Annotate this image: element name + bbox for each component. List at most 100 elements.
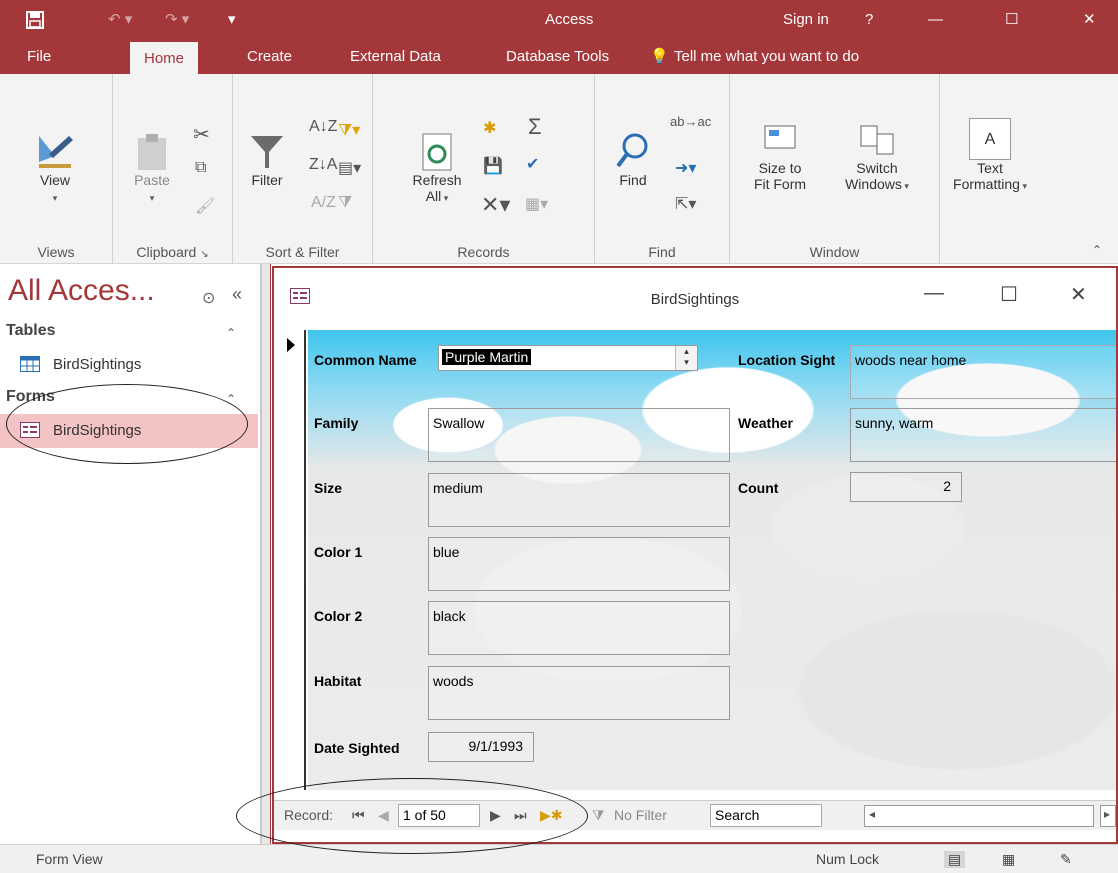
- paste-button[interactable]: Paste ▾: [127, 132, 177, 204]
- sign-in-link[interactable]: Sign in: [783, 0, 829, 40]
- save-icon[interactable]: [26, 0, 44, 40]
- cut-icon[interactable]: ✂: [193, 122, 210, 147]
- spelling-icon[interactable]: ✔: [526, 154, 539, 174]
- group-clipboard: Paste ▾ ✂ ⧉ 🖌 Clipboard ↘: [113, 74, 233, 264]
- new-blank-record-icon[interactable]: ▶✱: [540, 807, 563, 824]
- redo-icon[interactable]: ↷ ▾: [165, 0, 189, 40]
- next-record-icon[interactable]: ▶: [490, 807, 501, 824]
- num-lock-indicator: Num Lock: [816, 851, 880, 867]
- group-records: Refresh All ▾ ✱ 💾 ✕▾ Σ ✔ ▦▾ Records: [373, 74, 595, 264]
- nav-splitter[interactable]: [261, 264, 271, 844]
- record-selector[interactable]: [274, 330, 306, 790]
- horizontal-scrollbar[interactable]: ◂: [864, 805, 1094, 827]
- color2-field[interactable]: black: [428, 601, 730, 655]
- nav-item-label: BirdSightings: [53, 422, 142, 439]
- table-icon: [20, 356, 40, 372]
- tab-create[interactable]: Create: [247, 40, 292, 74]
- tab-home[interactable]: Home: [130, 42, 199, 74]
- count-field[interactable]: 2: [850, 472, 962, 502]
- refresh-all-button[interactable]: Refresh All ▾: [407, 132, 467, 204]
- color1-field[interactable]: blue: [428, 537, 730, 591]
- copy-icon[interactable]: ⧉: [195, 159, 206, 177]
- tell-me-search[interactable]: Tell me what you want to do: [674, 40, 859, 74]
- location-sighted-field[interactable]: woods near home: [850, 345, 1116, 399]
- title-bar: ↶ ▾ ↷ ▾ ▾ Access Sign in ? — ☐ ✕ File Ho…: [0, 0, 1118, 74]
- tab-file[interactable]: File: [27, 40, 51, 74]
- save-record-icon[interactable]: 💾: [483, 156, 503, 176]
- new-record-icon[interactable]: ✱: [483, 118, 496, 138]
- ribbon: View ▾ Views Paste ▾ ✂ ⧉ 🖌 Clipboard ↘ Fil…: [0, 74, 1118, 264]
- form-minimize-button[interactable]: —: [924, 282, 944, 305]
- nav-section-tables[interactable]: Tables: [6, 322, 56, 340]
- nav-section-forms[interactable]: Forms: [6, 388, 55, 406]
- first-record-icon[interactable]: ⏮: [352, 807, 365, 824]
- sort-descending-icon[interactable]: Z↓A: [309, 156, 337, 174]
- weather-field[interactable]: sunny, warm: [850, 408, 1116, 462]
- minimize-button[interactable]: —: [928, 0, 943, 40]
- scroll-right-icon[interactable]: ▸: [1104, 807, 1110, 821]
- group-label-sort-filter: Sort & Filter: [265, 244, 340, 260]
- size-field[interactable]: medium: [428, 473, 730, 527]
- go-to-icon[interactable]: ➜▾: [675, 158, 696, 178]
- title-row: ↶ ▾ ↷ ▾ ▾ Access Sign in ? — ☐ ✕: [0, 0, 1118, 40]
- undo-icon[interactable]: ↶ ▾: [108, 0, 132, 40]
- scroll-left-icon[interactable]: ◂: [869, 807, 875, 821]
- view-button[interactable]: View ▾: [30, 132, 80, 204]
- switch-windows-button[interactable]: Switch Windows ▾: [822, 124, 932, 192]
- select-icon[interactable]: ⇱▾: [675, 194, 696, 214]
- common-name-combo[interactable]: Purple Martin ▴ ▾: [438, 345, 698, 371]
- search-box[interactable]: Search: [710, 804, 822, 827]
- form-window: BirdSightings — ☐ ✕ Common Name Purple M…: [272, 266, 1118, 844]
- datasheet-view-icon[interactable]: ▦: [1002, 851, 1015, 868]
- advanced-filter-icon[interactable]: ▤▾: [338, 158, 361, 178]
- customize-qat-icon[interactable]: ▾: [228, 0, 236, 40]
- status-view-name: Form View: [36, 851, 103, 867]
- remove-sort-icon[interactable]: A/Z: [311, 194, 336, 212]
- tab-external-data[interactable]: External Data: [350, 40, 441, 74]
- help-button[interactable]: ?: [865, 0, 873, 40]
- format-painter-icon[interactable]: 🖌: [195, 196, 215, 216]
- replace-icon[interactable]: ab→ac: [670, 114, 711, 129]
- form-maximize-button[interactable]: ☐: [1000, 282, 1018, 307]
- toggle-filter-icon[interactable]: ⧩: [338, 194, 352, 212]
- tab-database-tools[interactable]: Database Tools: [506, 40, 609, 74]
- previous-record-icon[interactable]: ◀: [378, 807, 389, 824]
- last-record-icon[interactable]: ⏭: [514, 807, 527, 824]
- more-records-icon[interactable]: ▦▾: [525, 194, 548, 214]
- text-formatting-button[interactable]: A Text Formatting ▾: [940, 118, 1040, 192]
- sort-ascending-icon[interactable]: A↓Z: [309, 118, 337, 136]
- find-button[interactable]: Find: [611, 132, 655, 188]
- habitat-field[interactable]: woods: [428, 666, 730, 720]
- combo-dropdown-icon[interactable]: ▴ ▾: [675, 346, 697, 370]
- filter-button[interactable]: Filter: [243, 132, 291, 188]
- text-formatting-label-2: Formatting: [953, 176, 1020, 192]
- design-view-icon[interactable]: ✎: [1060, 851, 1072, 868]
- no-filter-indicator[interactable]: No Filter: [614, 807, 667, 823]
- current-record-input[interactable]: 1 of 50: [398, 804, 480, 827]
- nav-menu-icon[interactable]: ⊙: [202, 288, 215, 308]
- switch-windows-label-2: Windows: [845, 176, 902, 192]
- form-view-icon[interactable]: ▤: [944, 851, 966, 868]
- delete-record-icon[interactable]: ✕▾: [481, 192, 510, 218]
- size-to-fit-button[interactable]: Size to Fit Form: [740, 124, 820, 192]
- scroll-right-button[interactable]: ▸: [1100, 805, 1116, 827]
- no-filter-icon[interactable]: ⧩: [592, 807, 605, 824]
- nav-item-table-birdsightings[interactable]: BirdSightings: [0, 348, 258, 382]
- tables-collapse-icon[interactable]: ⌃: [226, 326, 236, 340]
- forms-collapse-icon[interactable]: ⌃: [226, 392, 236, 406]
- maximize-button[interactable]: ☐: [1005, 0, 1018, 40]
- family-field[interactable]: Swallow: [428, 408, 730, 462]
- selection-icon[interactable]: ⧩▾: [338, 120, 360, 140]
- form-icon: [20, 422, 40, 438]
- collapse-ribbon-icon[interactable]: ⌃: [1092, 243, 1102, 257]
- nav-collapse-icon[interactable]: «: [232, 284, 242, 305]
- paste-dropdown-icon: ▾: [149, 193, 155, 203]
- nav-pane-title[interactable]: All Acces...: [8, 274, 155, 308]
- paste-icon: [138, 134, 166, 170]
- nav-item-form-birdsightings[interactable]: BirdSightings: [0, 414, 258, 448]
- date-sighted-field[interactable]: 9/1/1993: [428, 732, 534, 762]
- form-close-button[interactable]: ✕: [1070, 282, 1087, 307]
- totals-icon[interactable]: Σ: [528, 114, 542, 140]
- app-title: Access: [545, 11, 594, 28]
- close-button[interactable]: ✕: [1083, 0, 1096, 40]
